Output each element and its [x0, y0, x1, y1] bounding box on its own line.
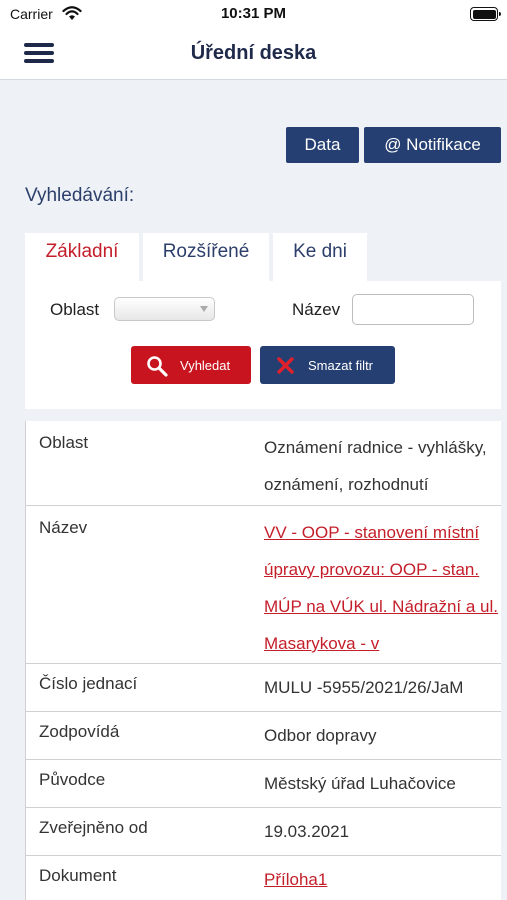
- battery-icon: [470, 7, 501, 21]
- document-link[interactable]: Příloha1: [264, 861, 501, 898]
- table-row: Zodpovídá Odbor dopravy: [26, 712, 501, 760]
- nazev-input[interactable]: [352, 294, 474, 325]
- table-row: Dokument Příloha1: [26, 856, 501, 900]
- row-value: Městský úřad Luhačovice: [264, 774, 456, 793]
- search-button-label: Vyhledat: [180, 358, 231, 373]
- search-button[interactable]: Vyhledat: [131, 346, 251, 384]
- row-label: Původce: [39, 770, 106, 789]
- oblast-label: Oblast: [50, 300, 100, 319]
- chevron-down-icon: [200, 306, 208, 312]
- page-title: Úřední deska: [190, 42, 317, 64]
- search-heading: Vyhledávání:: [25, 185, 135, 206]
- row-label: Název: [39, 518, 88, 537]
- row-label: Zodpovídá: [39, 722, 120, 741]
- notifications-button[interactable]: @ Notifikace: [364, 127, 501, 163]
- status-bar: Carrier 10:31 PM: [0, 0, 507, 30]
- oblast-select[interactable]: [114, 297, 215, 321]
- row-label: Oblast: [39, 433, 89, 452]
- nazev-label: Název: [292, 300, 341, 319]
- data-button[interactable]: Data: [286, 127, 359, 163]
- search-icon: [146, 355, 168, 380]
- close-icon: [277, 357, 294, 377]
- row-label: Číslo jednací: [39, 674, 138, 693]
- row-value: Oznámení radnice - vyhlášky, oznámení, r…: [264, 438, 487, 494]
- row-value: MULU -5955/2021/26/JaM: [264, 678, 464, 697]
- table-row: Číslo jednací MULU -5955/2021/26/JaM: [26, 664, 501, 712]
- status-time: 10:31 PM: [220, 5, 287, 22]
- tab-extended[interactable]: Rozšířené: [143, 233, 269, 281]
- table-row: Název VV - OOP - stanovení místní úpravy…: [26, 506, 501, 664]
- clear-filter-button[interactable]: Smazat filtr: [260, 346, 395, 384]
- row-label: Dokument: [39, 866, 117, 885]
- table-row: Původce Městský úřad Luhačovice: [26, 760, 501, 808]
- table-row: Zveřejněno od 19.03.2021: [26, 808, 501, 856]
- tab-by-day[interactable]: Ke dni: [273, 233, 367, 281]
- row-value: 19.03.2021: [264, 822, 350, 841]
- clear-filter-label: Smazat filtr: [308, 358, 374, 373]
- table-row: Oblast Oznámení radnice - vyhlášky, ozná…: [26, 421, 501, 506]
- nav-bar: Úřední deska: [0, 30, 507, 80]
- row-value: Odbor dopravy: [264, 726, 377, 745]
- detail-table: Oblast Oznámení radnice - vyhlášky, ozná…: [25, 421, 501, 900]
- row-label: Zveřejněno od: [39, 818, 148, 837]
- row-link[interactable]: VV - OOP - stanovení místní úpravy provo…: [264, 514, 501, 662]
- tab-basic[interactable]: Základní: [25, 233, 139, 283]
